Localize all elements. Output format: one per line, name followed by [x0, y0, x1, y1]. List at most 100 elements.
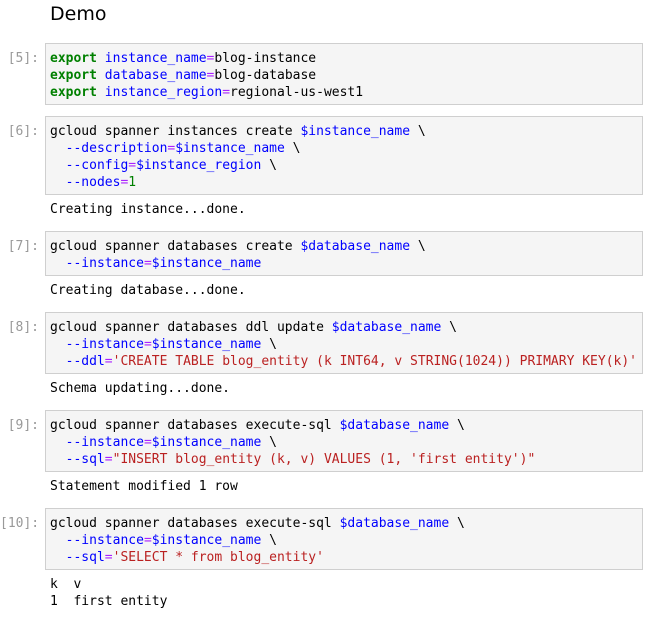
- code-token: \: [261, 337, 277, 352]
- code-line: --ddl='CREATE TABLE blog_entity (k INT64…: [50, 353, 642, 370]
- code-token: $instance_name: [151, 337, 262, 352]
- code-token: =: [104, 354, 113, 369]
- code-token: export: [50, 85, 97, 100]
- code-cell-input[interactable]: gcloud spanner instances create $instanc…: [45, 116, 643, 195]
- code-line: gcloud spanner databases execute-sql $da…: [50, 515, 642, 532]
- output-line: Statement modified 1 row: [50, 479, 238, 494]
- code-cell-input[interactable]: gcloud spanner databases create $databas…: [45, 231, 643, 276]
- code-token: --ddl: [65, 354, 105, 369]
- code-token: gcloud spanner databases ddl update: [50, 320, 332, 335]
- code-token: --description: [65, 141, 168, 156]
- code-cell-input[interactable]: gcloud spanner databases execute-sql $da…: [45, 508, 643, 570]
- code-cell-input[interactable]: gcloud spanner databases ddl update $dat…: [45, 312, 643, 374]
- code-token: --config: [65, 158, 129, 173]
- code-token: "INSERT blog_entity (k, v) VALUES (1, 'f…: [112, 452, 536, 467]
- code-line: gcloud spanner databases ddl update $dat…: [50, 319, 642, 336]
- cell-output: k v 1 first entity: [50, 576, 167, 610]
- code-token: --instance: [65, 533, 144, 548]
- code-token: --nodes: [65, 175, 121, 190]
- code-token: blog-database: [214, 68, 317, 83]
- code-token: 'SELECT * from blog_entity': [112, 550, 324, 565]
- code-token: database_name: [104, 68, 207, 83]
- cell-prompt: [6]:: [7, 124, 39, 139]
- code-token: \: [449, 418, 465, 433]
- cell-prompt: [9]:: [7, 418, 39, 433]
- code-token: \: [410, 124, 426, 139]
- code-line: --nodes=1: [50, 174, 642, 191]
- code-line: --instance=$instance_name \: [50, 336, 642, 353]
- code-line: --instance=$instance_name \: [50, 434, 642, 451]
- page-heading: Demo: [50, 3, 107, 25]
- code-token: =: [128, 158, 137, 173]
- code-token: 'CREATE TABLE blog_entity (k INT64, v ST…: [112, 354, 638, 369]
- code-token: gcloud spanner databases execute-sql: [50, 418, 340, 433]
- cell-prompt: [10]:: [0, 516, 40, 531]
- output-line: Schema updating...done.: [50, 381, 231, 396]
- code-line: --instance=$instance_name: [50, 255, 642, 272]
- code-line: gcloud spanner databases create $databas…: [50, 238, 642, 255]
- code-line: export instance_region=regional-us-west1: [50, 84, 642, 101]
- cell-prompt: [7]:: [7, 239, 39, 254]
- output-line: 1 first entity: [50, 594, 168, 609]
- code-token: \: [261, 158, 277, 173]
- code-line: --sql='SELECT * from blog_entity': [50, 549, 642, 566]
- code-token: \: [410, 239, 426, 254]
- cell-prompt: [5]:: [7, 51, 39, 66]
- code-token: \: [441, 320, 457, 335]
- code-token: gcloud spanner databases create: [50, 239, 301, 254]
- code-token: regional-us-west1: [230, 85, 364, 100]
- cell-output: Creating instance...done.: [50, 201, 246, 218]
- code-token: --instance: [65, 337, 144, 352]
- code-token: --instance: [65, 435, 144, 450]
- code-token: $instance_name: [175, 141, 285, 156]
- code-token: \: [449, 516, 465, 531]
- code-token: blog-instance: [214, 51, 317, 66]
- code-token: --instance: [65, 256, 144, 271]
- code-token: 1: [128, 175, 137, 190]
- code-cell-input[interactable]: gcloud spanner databases execute-sql $da…: [45, 410, 643, 472]
- code-token: $instance_name: [151, 533, 262, 548]
- code-token: =: [104, 452, 113, 467]
- code-token: instance_region: [104, 85, 223, 100]
- code-token: \: [261, 533, 277, 548]
- code-token: $database_name: [339, 516, 450, 531]
- code-token: $instance_name: [151, 256, 262, 271]
- cell-output: Creating database...done.: [50, 282, 246, 299]
- code-token: --sql: [65, 452, 105, 467]
- code-token: instance_name: [104, 51, 207, 66]
- code-token: gcloud spanner databases execute-sql: [50, 516, 340, 531]
- code-token: $instance_name: [151, 435, 262, 450]
- code-token: =: [104, 550, 113, 565]
- code-token: =: [143, 533, 152, 548]
- code-line: --description=$instance_name \: [50, 140, 642, 157]
- code-line: export database_name=blog-database: [50, 67, 642, 84]
- output-line: Creating instance...done.: [50, 202, 246, 217]
- code-cell-input[interactable]: export instance_name=blog-instance export…: [45, 43, 643, 105]
- code-token: $database_name: [300, 239, 411, 254]
- code-token: =: [143, 256, 152, 271]
- output-line: Creating database...done.: [50, 283, 246, 298]
- code-line: gcloud spanner databases execute-sql $da…: [50, 417, 642, 434]
- code-line: --config=$instance_region \: [50, 157, 642, 174]
- code-token: $instance_name: [300, 124, 411, 139]
- code-token: gcloud spanner instances create: [50, 124, 301, 139]
- code-line: gcloud spanner instances create $instanc…: [50, 123, 642, 140]
- code-token: \: [261, 435, 277, 450]
- code-token: export: [50, 68, 97, 83]
- code-token: --sql: [65, 550, 105, 565]
- code-token: export: [50, 51, 97, 66]
- code-token: $database_name: [331, 320, 442, 335]
- code-line: --sql="INSERT blog_entity (k, v) VALUES …: [50, 451, 642, 468]
